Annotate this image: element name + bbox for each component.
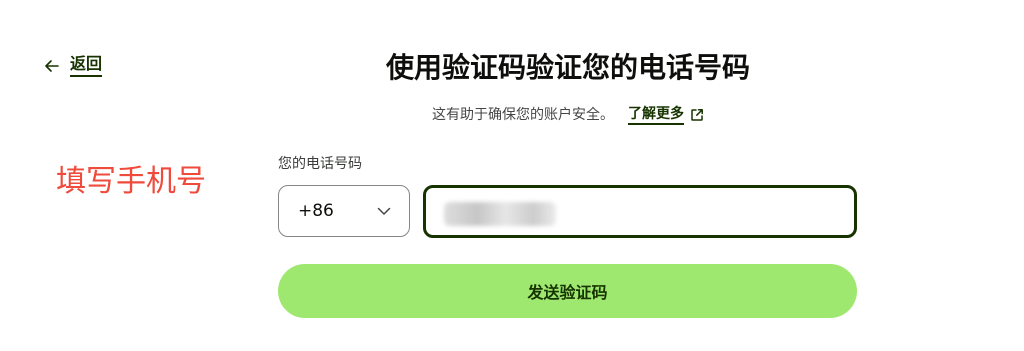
external-link-icon[interactable] <box>690 108 704 122</box>
annotation-fill-phone: 填写手机号 <box>56 164 206 199</box>
country-code-select[interactable]: +86 <box>278 185 410 237</box>
phone-input-wrapper[interactable] <box>423 185 857 238</box>
redacted-phone-blur <box>444 202 556 226</box>
learn-more-link[interactable]: 了解更多 <box>628 105 684 125</box>
send-code-button[interactable]: 发送验证码 <box>278 264 857 318</box>
chevron-down-icon <box>377 207 391 215</box>
subtitle-row: 这有助于确保您的账户安全。 了解更多 <box>0 104 1024 126</box>
page-title: 使用验证码验证您的电话号码 <box>385 51 750 84</box>
subtitle-text: 这有助于确保您的账户安全。 <box>432 107 614 123</box>
phone-field-label: 您的电话号码 <box>278 156 362 172</box>
country-code-value: +86 <box>298 201 334 221</box>
